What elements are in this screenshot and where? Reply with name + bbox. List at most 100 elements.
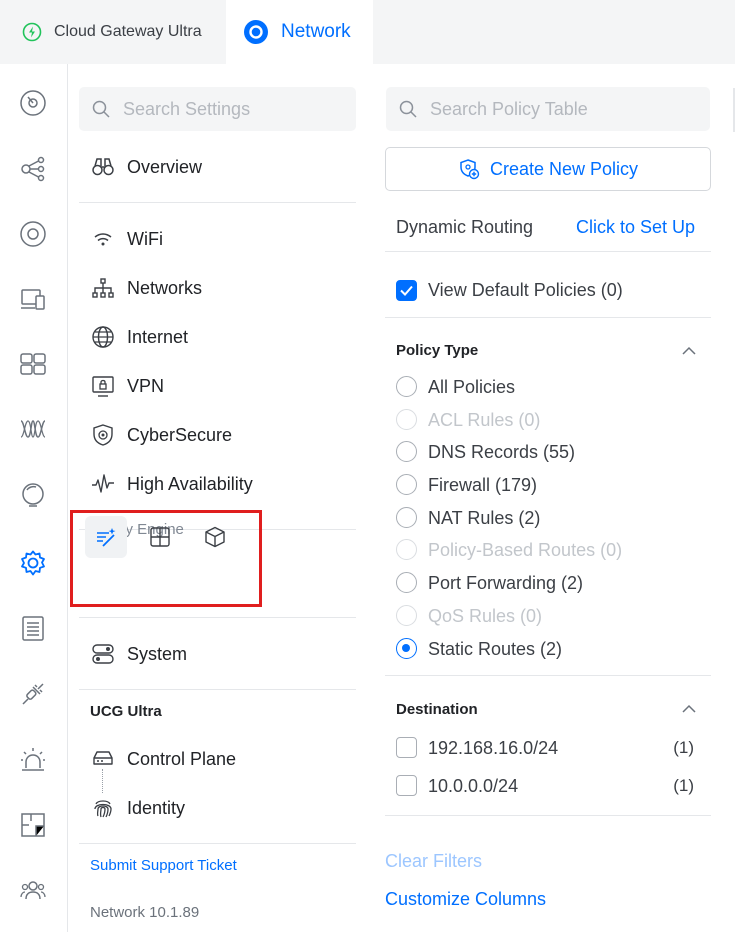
devices-icon[interactable]	[18, 219, 48, 249]
top-bar: Cloud Gateway Ultra Network	[0, 0, 735, 64]
policy-type-radio-nat[interactable]	[396, 507, 417, 528]
policy-type-option[interactable]: DNS Records (55)	[428, 442, 575, 463]
divider	[79, 202, 356, 203]
tab-network-label: Network	[281, 21, 351, 42]
policy-type-radio-firewall[interactable]	[396, 474, 417, 495]
settings-icon[interactable]	[18, 548, 48, 578]
divider	[385, 317, 711, 318]
policy-type-option[interactable]: Static Routes (2)	[428, 639, 562, 660]
gateway-icon	[93, 751, 113, 765]
policy-type-radio-acl[interactable]	[396, 409, 417, 430]
sidebar-item-overview[interactable]: Overview	[91, 151, 202, 183]
tab-network[interactable]: Network	[226, 0, 373, 64]
sidebar-item-vpn[interactable]: VPN	[91, 370, 164, 402]
divider	[79, 689, 356, 690]
policy-search-input[interactable]: Search Policy Table	[386, 87, 710, 131]
sidebar-item-label: Identity	[127, 797, 186, 818]
tree-connector	[102, 769, 103, 793]
check-icon	[400, 285, 413, 296]
create-new-policy-button[interactable]: Create New Policy	[385, 147, 711, 191]
policy-type-option[interactable]: Policy-Based Routes (0)	[428, 540, 622, 561]
binoculars-icon	[92, 158, 114, 176]
network-app-icon	[244, 20, 268, 44]
sidebar-item-networks[interactable]: Networks	[91, 272, 202, 304]
dynamic-routing-label: Dynamic Routing	[396, 217, 534, 237]
destination-count: (1)	[673, 776, 694, 795]
divider	[385, 251, 711, 252]
policy-type-radio-port-forwarding[interactable]	[396, 572, 417, 593]
policy-type-title: Policy Type	[396, 342, 479, 359]
insights-icon[interactable]	[18, 481, 48, 511]
policy-type-option[interactable]: ACL Rules (0)	[428, 410, 540, 431]
policy-type-option[interactable]: NAT Rules (2)	[428, 508, 540, 529]
tab-cloud-gateway[interactable]: Cloud Gateway Ultra	[22, 0, 202, 64]
radio-icon[interactable]	[18, 414, 48, 444]
policy-type-radio-all[interactable]	[396, 376, 417, 397]
destination-count: (1)	[673, 738, 694, 757]
integrations-icon[interactable]	[18, 679, 48, 709]
policy-type-radio-static-routes[interactable]	[396, 638, 417, 659]
destination-label[interactable]: 192.168.16.0/24	[428, 738, 558, 759]
settings-search-placeholder: Search Settings	[123, 98, 251, 119]
sidebar-item-system[interactable]: System	[91, 638, 187, 670]
sidebar-item-label: VPN	[127, 375, 165, 396]
clear-filters-link[interactable]: Clear Filters	[385, 851, 482, 872]
floorplan-icon[interactable]	[18, 810, 48, 840]
sidebar-item-label: High Availability	[127, 473, 253, 494]
client-devices-icon[interactable]	[18, 284, 48, 314]
alarms-icon[interactable]	[18, 745, 48, 775]
chevron-up-icon[interactable]	[680, 342, 698, 360]
create-new-policy-label: Create New Policy	[489, 158, 639, 179]
policy-type-radio-dns[interactable]	[396, 441, 417, 462]
click-to-set-up-link[interactable]: Click to Set Up	[576, 217, 695, 238]
customize-columns-link[interactable]: Customize Columns	[385, 889, 546, 910]
divider	[385, 815, 711, 816]
sidebar-item-label: System	[127, 643, 188, 664]
policy-type-option[interactable]: Port Forwarding (2)	[428, 573, 583, 594]
sidebar-item-label: Networks	[127, 277, 203, 298]
version-label: Network 10.1.89	[90, 904, 200, 921]
view-default-policies-label[interactable]: View Default Policies (0)	[428, 280, 623, 301]
sidebar-item-cybersecure[interactable]: CyberSecure	[91, 419, 232, 451]
policy-type-radio-pbr[interactable]	[396, 539, 417, 560]
pulse-icon	[92, 474, 114, 493]
topology-icon[interactable]	[18, 154, 48, 184]
sidebar-item-high-availability[interactable]: High Availability	[91, 468, 253, 500]
app-rail	[0, 64, 68, 932]
power-icon	[22, 22, 42, 42]
sidebar-item-internet[interactable]: Internet	[91, 321, 188, 353]
search-icon	[92, 100, 110, 118]
tab-cloud-gateway-label: Cloud Gateway Ultra	[54, 23, 202, 40]
policy-type-option[interactable]: All Policies	[428, 377, 515, 398]
policy-type-option[interactable]: QoS Rules (0)	[428, 606, 542, 627]
view-default-policies-checkbox[interactable]	[396, 280, 417, 301]
ports-icon[interactable]	[18, 349, 48, 379]
sidebar-item-control-plane[interactable]: Control Plane	[91, 743, 236, 775]
sidebar-item-label: Control Plane	[127, 748, 237, 769]
divider	[385, 675, 711, 676]
destination-checkbox[interactable]	[396, 737, 417, 758]
destination-title: Destination	[396, 701, 478, 718]
destination-label[interactable]: 10.0.0.0/24	[428, 776, 518, 797]
sidebar-item-wifi[interactable]: WiFi	[91, 223, 163, 255]
chevron-up-icon[interactable]	[680, 700, 698, 718]
logs-icon[interactable]	[18, 613, 48, 643]
sidebar-item-identity[interactable]: Identity	[91, 792, 185, 824]
policy-type-option[interactable]: Firewall (179)	[428, 475, 537, 496]
submit-support-ticket-link[interactable]: Submit Support Ticket	[90, 857, 237, 874]
device-section-title: UCG Ultra	[90, 703, 162, 720]
dashboard-icon[interactable]	[18, 88, 48, 118]
settings-search-input[interactable]: Search Settings	[79, 87, 356, 131]
shield-icon	[93, 424, 113, 446]
fingerprint-icon	[94, 800, 112, 818]
users-icon[interactable]	[18, 875, 48, 905]
wifi-icon	[94, 233, 112, 246]
sidebar-item-label: CyberSecure	[127, 424, 233, 445]
divider	[79, 617, 356, 618]
sidebar-item-label: Overview	[127, 156, 203, 177]
divider	[79, 843, 356, 844]
networks-icon	[92, 278, 114, 298]
shield-add-icon	[460, 159, 480, 180]
policy-type-radio-qos[interactable]	[396, 605, 417, 626]
destination-checkbox[interactable]	[396, 775, 417, 796]
